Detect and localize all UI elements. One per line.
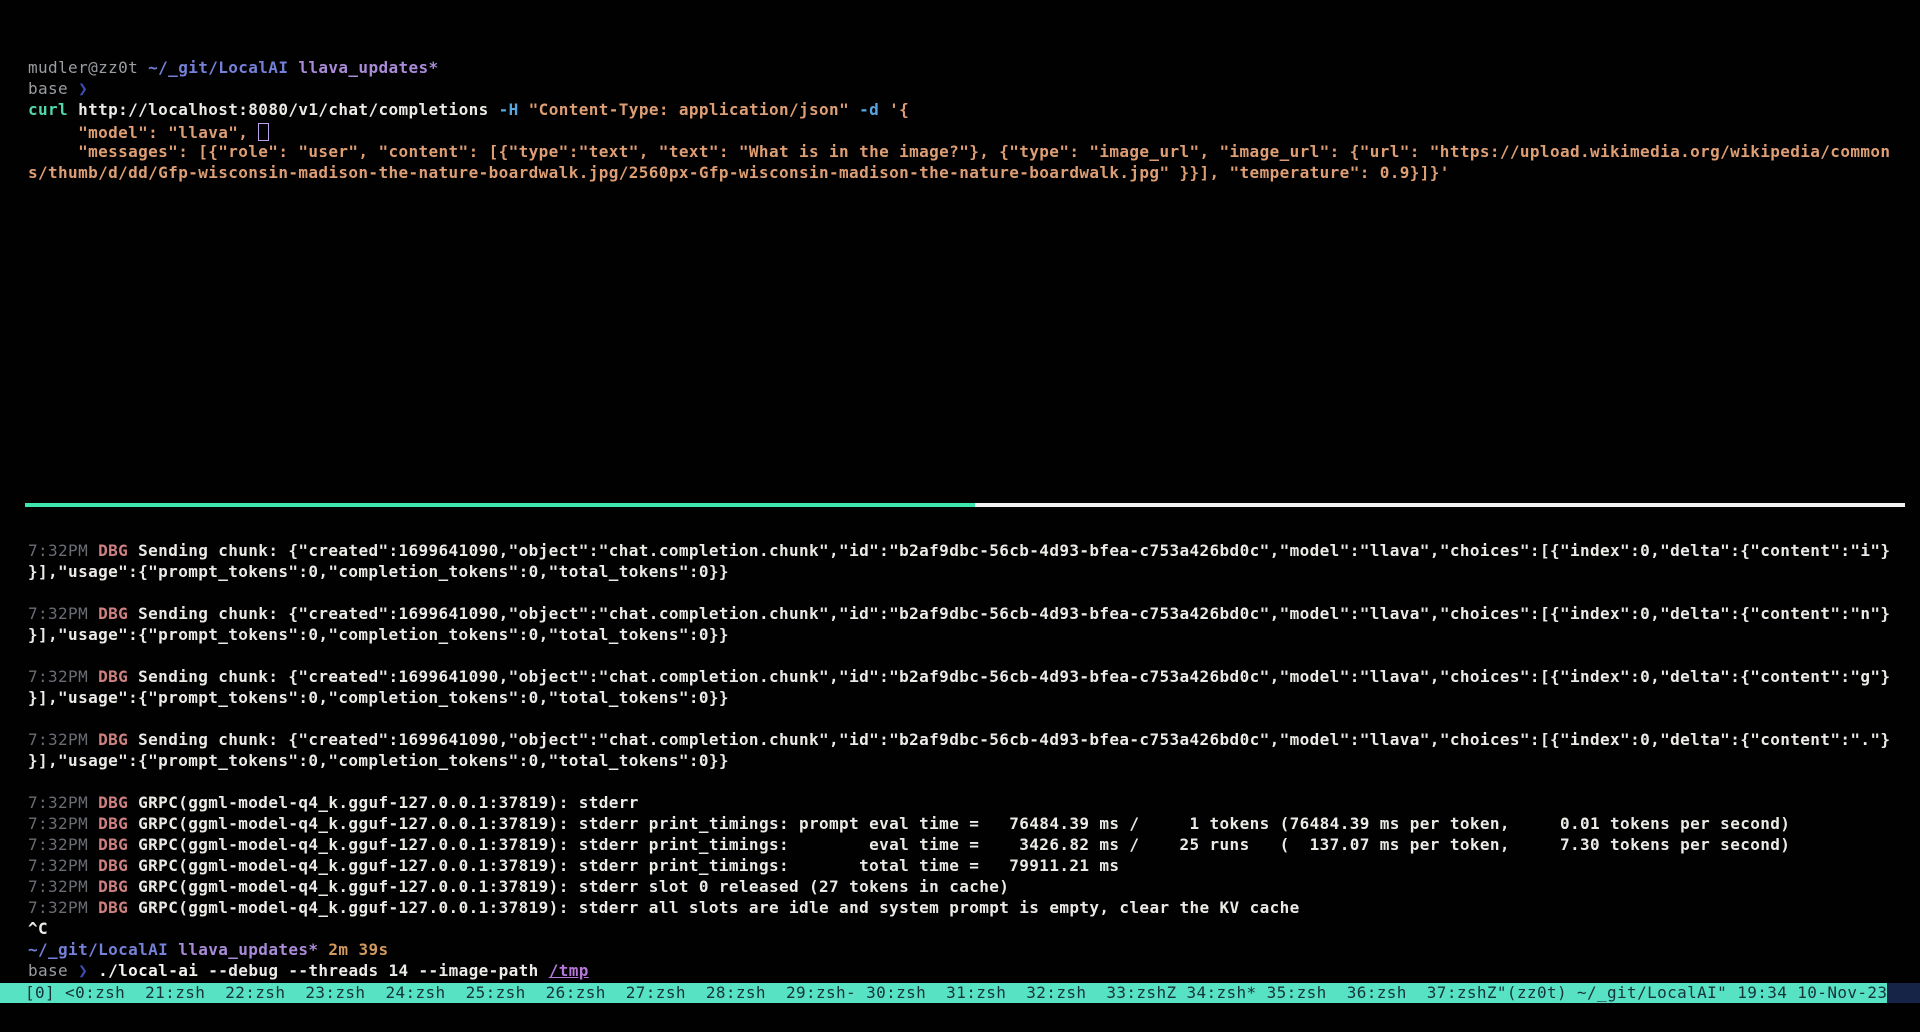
terminal-text-segment: }],"usage":{"prompt_tokens":0,"completio… (28, 751, 729, 770)
terminal-text-segment: --debug --threads 14 --image-path (198, 961, 548, 980)
terminal-line: 7:32PM DBG GRPC(ggml-model-q4_k.gguf-127… (28, 897, 1920, 918)
terminal-text-segment: http://localhost:8080/v1/chat/completion… (78, 100, 499, 119)
terminal-text-segment: ❯ (78, 79, 88, 98)
terminal-line: "messages": [{"role": "user", "content":… (28, 141, 1920, 162)
terminal-line: }],"usage":{"prompt_tokens":0,"completio… (28, 687, 1920, 708)
terminal-text-segment: DBG (98, 877, 138, 896)
terminal-line: base ❯ ./local-ai --debug --threads 14 -… (28, 960, 1920, 981)
terminal-text-segment: ~/_git/LocalAI (28, 940, 178, 959)
terminal-text-segment: GRPC(ggml-model-q4_k.gguf-127.0.0.1:3781… (138, 835, 1790, 854)
pane-divider-inactive-segment (975, 503, 1905, 507)
terminal-line: 7:32PM DBG Sending chunk: {"created":169… (28, 666, 1920, 687)
terminal-text-segment: base (28, 79, 78, 98)
terminal-line (28, 645, 1920, 666)
terminal-text-segment: base (28, 961, 78, 980)
terminal-screen: mudler@zz0t ~/_git/LocalAI llava_updates… (0, 0, 1920, 1032)
terminal-text-segment: 7:32PM (28, 793, 98, 812)
terminal-text-segment: DBG (98, 730, 138, 749)
terminal-text-segment: DBG (98, 856, 138, 875)
terminal-text-segment: GRPC(ggml-model-q4_k.gguf-127.0.0.1:3781… (138, 793, 649, 812)
terminal-text-segment: Sending chunk: {"created":1699641090,"ob… (138, 541, 1890, 560)
terminal-text-segment: ❯ (78, 961, 98, 980)
terminal-text-segment: "model": "llava", (28, 123, 258, 142)
pane-divider-active-segment (25, 503, 975, 507)
terminal-text-segment: Sending chunk: {"created":1699641090,"ob… (138, 667, 1890, 686)
terminal-text-segment: ~/_git/LocalAI (148, 58, 298, 77)
tmux-status-right: "(zz0t) ~/_git/LocalAI" 19:34 10-Nov-23 (1497, 983, 1888, 1003)
terminal-text-segment: DBG (98, 898, 138, 917)
terminal-text-segment: '{ (889, 100, 909, 119)
terminal-line: 7:32PM DBG Sending chunk: {"created":169… (28, 540, 1920, 561)
terminal-line: "model": "llava", (28, 120, 1920, 141)
terminal-text-segment: 7:32PM (28, 856, 98, 875)
terminal-text-segment: 7:32PM (28, 730, 98, 749)
terminal-line: 7:32PM DBG Sending chunk: {"created":169… (28, 729, 1920, 750)
terminal-text-segment: 7:32PM (28, 898, 98, 917)
terminal-line: 7:32PM DBG GRPC(ggml-model-q4_k.gguf-127… (28, 876, 1920, 897)
terminal-text-segment: }],"usage":{"prompt_tokens":0,"completio… (28, 562, 729, 581)
terminal-text-segment: "Content-Type: application/json" (529, 100, 859, 119)
terminal-text-segment: 7:32PM (28, 541, 98, 560)
terminal-text-segment: GRPC(ggml-model-q4_k.gguf-127.0.0.1:3781… (138, 814, 1790, 833)
terminal-line: }],"usage":{"prompt_tokens":0,"completio… (28, 750, 1920, 771)
terminal-line (28, 771, 1920, 792)
terminal-text-segment: -H (499, 100, 529, 119)
terminal-text-segment: /tmp (549, 961, 589, 980)
pane-bottom-gap (0, 507, 1920, 540)
terminal-text-segment: 7:32PM (28, 835, 98, 854)
tmux-status-bar[interactable]: [0] <0:zsh 21:zsh 22:zsh 23:zsh 24:zsh 2… (0, 983, 1920, 1003)
terminal-text-segment: }],"usage":{"prompt_tokens":0,"completio… (28, 625, 729, 644)
terminal-text-segment: curl (28, 100, 78, 119)
terminal-text-segment: DBG (98, 814, 138, 833)
terminal-line: 7:32PM DBG GRPC(ggml-model-q4_k.gguf-127… (28, 792, 1920, 813)
terminal-line (28, 582, 1920, 603)
terminal-text-segment: DBG (98, 793, 138, 812)
terminal-text-segment: GRPC(ggml-model-q4_k.gguf-127.0.0.1:3781… (138, 898, 1300, 917)
terminal-text-segment: 7:32PM (28, 604, 98, 623)
terminal-line: 7:32PM DBG Sending chunk: {"created":169… (28, 603, 1920, 624)
terminal-text-segment: s/thumb/d/dd/Gfp-wisconsin-madison-the-n… (28, 163, 1450, 182)
terminal-text-segment: 7:32PM (28, 667, 98, 686)
pane-top-empty-area (0, 183, 1920, 503)
terminal-text-segment: DBG (98, 604, 138, 623)
terminal-line: 7:32PM DBG GRPC(ggml-model-q4_k.gguf-127… (28, 834, 1920, 855)
terminal-text-segment: ^C (28, 919, 48, 938)
terminal-text-segment: mudler@zz0t (28, 58, 148, 77)
terminal-line: mudler@zz0t ~/_git/LocalAI llava_updates… (28, 57, 1920, 78)
terminal-line: }],"usage":{"prompt_tokens":0,"completio… (28, 561, 1920, 582)
terminal-text-segment: 7:32PM (28, 877, 98, 896)
terminal-line: ^C (28, 918, 1920, 939)
terminal-text-segment: GRPC(ggml-model-q4_k.gguf-127.0.0.1:3781… (138, 856, 1119, 875)
terminal-line: s/thumb/d/dd/Gfp-wisconsin-madison-the-n… (28, 162, 1920, 183)
tmux-window-list[interactable]: [0] <0:zsh 21:zsh 22:zsh 23:zsh 24:zsh 2… (25, 983, 1497, 1003)
terminal-text-segment: -d (859, 100, 889, 119)
terminal-text-segment: llava_updates* (178, 940, 328, 959)
terminal-text-segment: 2m 39s (328, 940, 388, 959)
terminal-text-segment: ./local-ai (98, 961, 198, 980)
terminal-pane-bottom[interactable]: 7:32PM DBG Sending chunk: {"created":169… (0, 540, 1920, 981)
terminal-line: ~/_git/LocalAI llava_updates* 2m 39s (28, 939, 1920, 960)
terminal-line: }],"usage":{"prompt_tokens":0,"completio… (28, 624, 1920, 645)
pane-divider[interactable] (25, 503, 1905, 507)
tmux-status-endcap (1887, 983, 1920, 1003)
terminal-line: curl http://localhost:8080/v1/chat/compl… (28, 99, 1920, 120)
terminal-text-segment: Sending chunk: {"created":1699641090,"ob… (138, 730, 1890, 749)
terminal-text-segment: Sending chunk: {"created":1699641090,"ob… (138, 604, 1890, 623)
terminal-text-segment: DBG (98, 835, 138, 854)
terminal-text-segment: DBG (98, 541, 138, 560)
terminal-text-segment: llava_updates* (298, 58, 438, 77)
terminal-text-segment: }],"usage":{"prompt_tokens":0,"completio… (28, 688, 729, 707)
terminal-line (28, 708, 1920, 729)
terminal-pane-top[interactable]: mudler@zz0t ~/_git/LocalAI llava_updates… (0, 0, 1920, 183)
terminal-text-segment: GRPC(ggml-model-q4_k.gguf-127.0.0.1:3781… (138, 877, 1009, 896)
terminal-line: base ❯ (28, 78, 1920, 99)
terminal-text-segment: 7:32PM (28, 814, 98, 833)
terminal-text-segment: DBG (98, 667, 138, 686)
terminal-line: 7:32PM DBG GRPC(ggml-model-q4_k.gguf-127… (28, 813, 1920, 834)
text-cursor (258, 123, 269, 141)
terminal-text-segment: "messages": [{"role": "user", "content":… (28, 142, 1890, 161)
terminal-line: 7:32PM DBG GRPC(ggml-model-q4_k.gguf-127… (28, 855, 1920, 876)
